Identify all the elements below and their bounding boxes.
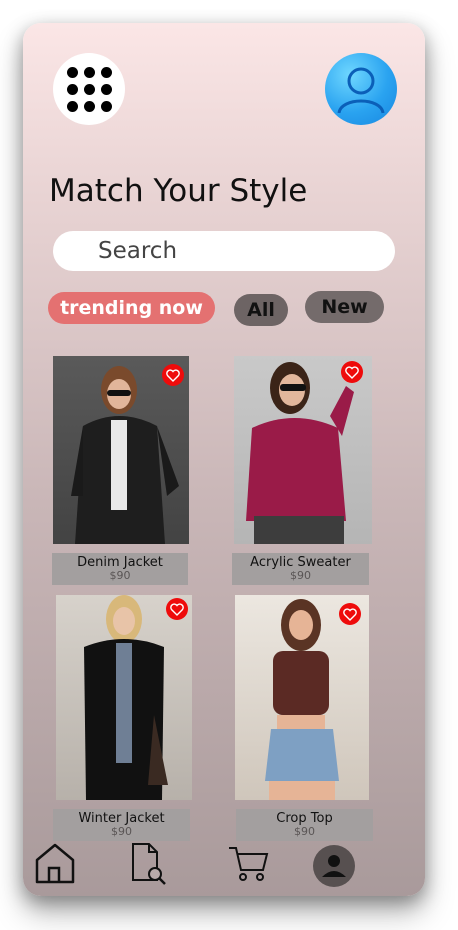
document-search-icon[interactable]: [129, 842, 169, 890]
favorite-heart-icon[interactable]: [162, 364, 184, 386]
filter-chip-all[interactable]: All: [234, 294, 288, 326]
grid-dots-icon[interactable]: [53, 53, 125, 125]
product-caption: Acrylic Sweater $90: [232, 553, 369, 585]
page-title: Match Your Style: [49, 173, 308, 209]
favorite-heart-icon[interactable]: [341, 361, 363, 383]
phone-screen: Match Your Style trending now All New De: [23, 23, 425, 896]
product-price: $90: [294, 825, 315, 838]
product-image: [56, 595, 192, 800]
user-avatar-icon[interactable]: [325, 53, 397, 125]
chip-label: New: [321, 296, 368, 318]
profile-icon[interactable]: [313, 845, 355, 891]
favorite-heart-icon[interactable]: [166, 598, 188, 620]
chip-label: All: [247, 299, 275, 321]
home-icon[interactable]: [33, 840, 77, 888]
product-name: Winter Jacket: [78, 811, 165, 826]
product-image: [234, 356, 372, 544]
product-price: $90: [290, 569, 311, 582]
favorite-heart-icon[interactable]: [339, 603, 361, 625]
product-name: Crop Top: [276, 811, 333, 826]
product-price: $90: [109, 569, 131, 582]
product-caption: Denim Jacket $90: [52, 553, 188, 585]
filter-chip-trending[interactable]: trending now: [48, 292, 215, 324]
product-name: Acrylic Sweater: [250, 555, 351, 570]
product-price: $90: [111, 825, 132, 838]
product-caption: Winter Jacket $90: [53, 809, 190, 841]
search-input[interactable]: [53, 231, 395, 271]
filter-chip-new[interactable]: New: [305, 291, 384, 323]
product-name: Denim Jacket: [77, 555, 163, 570]
bottom-nav-bar: [23, 838, 425, 896]
product-caption: Crop Top $90: [236, 809, 373, 841]
cart-icon[interactable]: [227, 844, 269, 888]
product-image: [235, 595, 369, 800]
chip-label: trending now: [60, 297, 203, 319]
